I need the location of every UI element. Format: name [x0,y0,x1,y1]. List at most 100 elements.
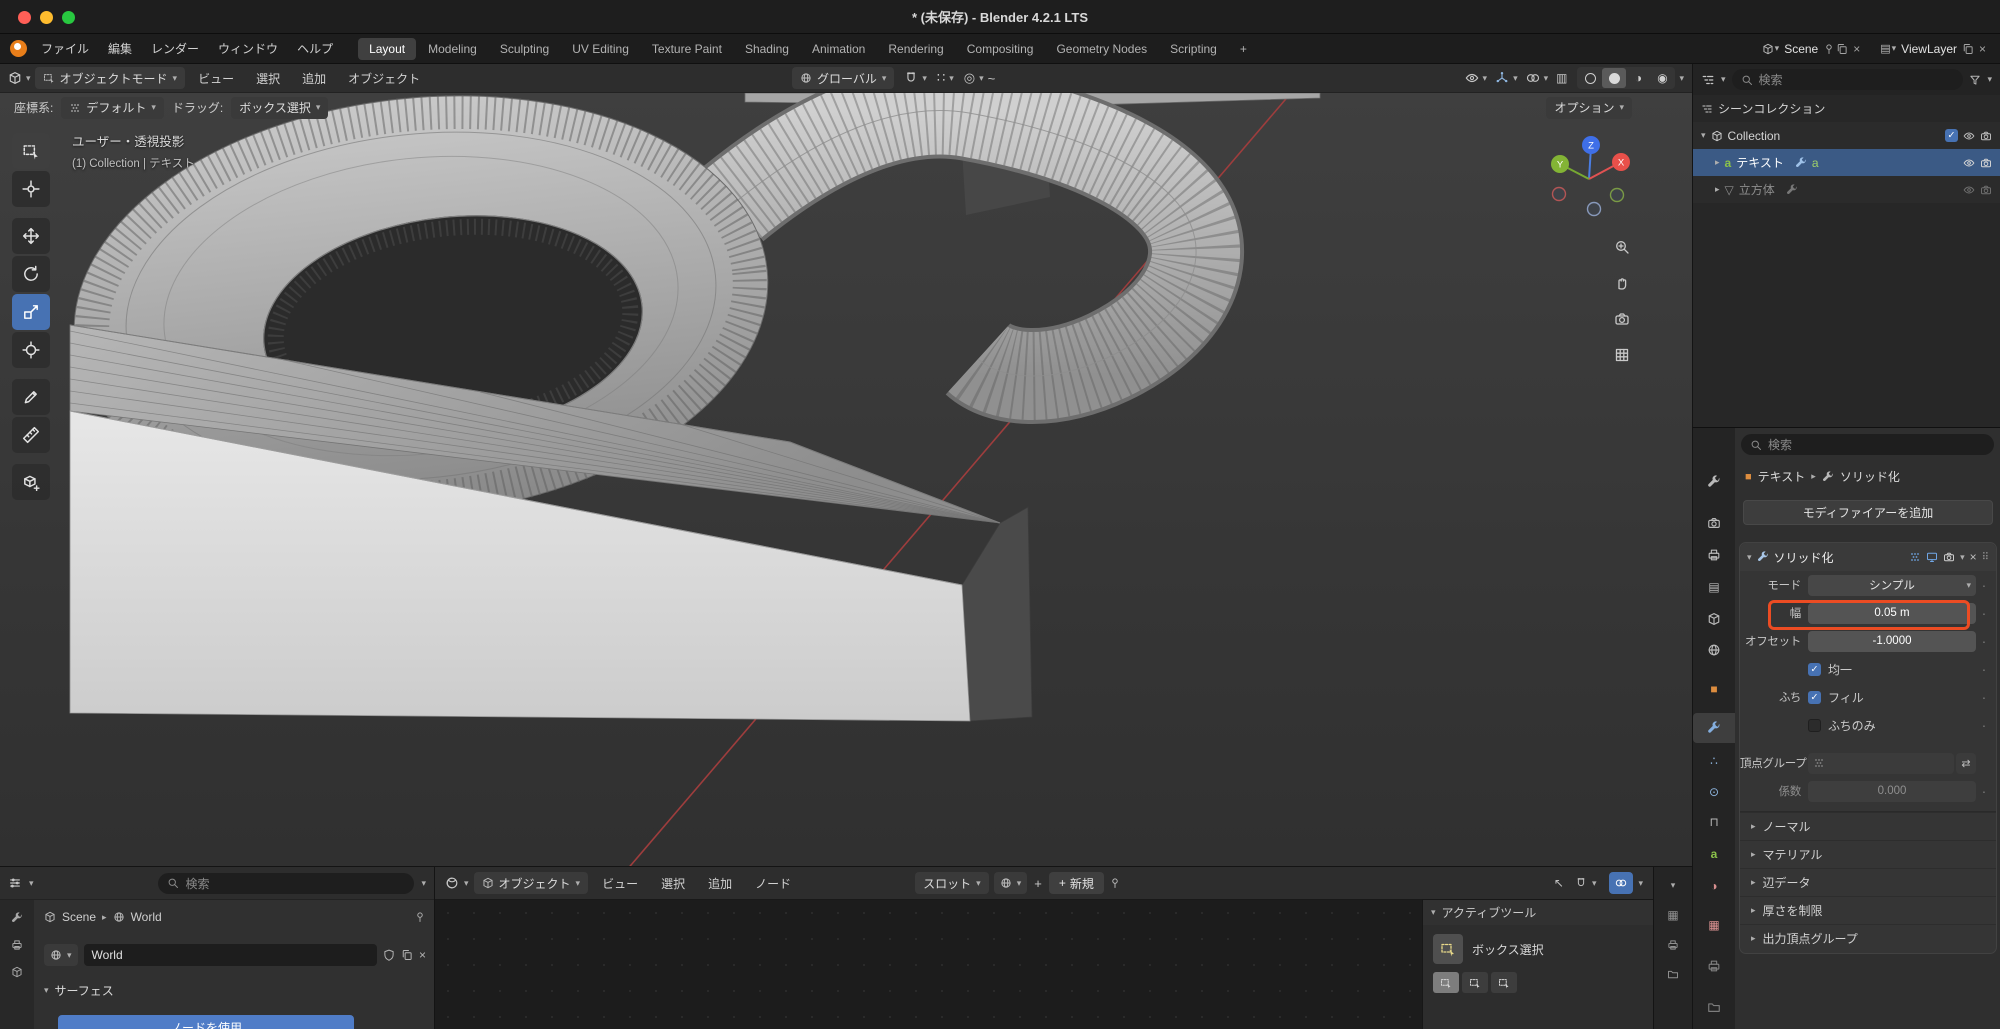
shader-editor-chevron[interactable]: ▾ [464,878,469,889]
section-thickness-clamp[interactable]: ▸厚さを制限 [1740,896,1996,924]
coord-system-dropdown[interactable]: デフォルト ▾ [61,97,164,119]
tab-physics-icon[interactable]: ⊙ [1693,777,1735,807]
modifier-realtime-toggle-icon[interactable] [1926,551,1938,563]
gizmo-neg-x[interactable] [1553,188,1566,201]
remove-viewlayer-icon[interactable]: × [1975,42,1990,56]
proportional-chevron[interactable]: ▾ [979,73,984,84]
outliner-editor-icon[interactable] [1701,73,1715,87]
rim-only-checkbox[interactable] [1808,719,1821,732]
close-window-button[interactable] [18,11,31,24]
tab-tool-icon[interactable] [1693,467,1735,497]
world-search-input[interactable]: 検索 [158,873,414,894]
mode-dropdown-field[interactable]: シンプル▾ [1808,575,1976,596]
modifier-render-toggle-icon[interactable] [1943,551,1955,563]
rim-only-animate-dot[interactable]: · [1978,717,1990,733]
factor-animate-dot[interactable]: · [1978,783,1990,799]
ne-pin-icon[interactable] [1109,877,1121,889]
collection-eye-icon[interactable] [1963,130,1975,142]
node-menu-add[interactable]: 追加 [699,872,741,895]
proportional-editing-icon[interactable]: ◎ [964,70,975,86]
rim-fill-animate-dot[interactable]: · [1978,689,1990,705]
menu-render[interactable]: レンダー [142,37,208,60]
tool-cursor[interactable] [12,171,50,207]
ne-overlays-chevron[interactable]: ▾ [1638,878,1643,889]
tab-particles-icon[interactable]: ∴ [1693,746,1735,776]
section-edge-data[interactable]: ▸辺データ [1740,868,1996,896]
viewport-canvas[interactable]: 座標系: デフォルト ▾ ドラッグ: ボックス選択 ▾ オプション ▾ ユーザー… [0,93,1692,866]
outliner-search-input[interactable]: 検索 [1732,69,1964,90]
tab-object-icon[interactable]: ■ [1693,674,1735,704]
shading-chevron[interactable]: ▾ [1679,73,1684,84]
mode-animate-dot[interactable]: · [1978,577,1990,593]
object-visibility-icon[interactable] [1465,71,1479,85]
outliner-row-text-object[interactable]: ▸ a テキスト a [1693,149,2000,176]
world-name-field[interactable]: World [84,944,377,966]
new-scene-icon[interactable] [1836,43,1848,55]
viewport-3d-scene[interactable] [0,93,1692,866]
modifier-editmode-toggle-icon[interactable] [1909,551,1921,563]
workspace-tab-sculpting[interactable]: Sculpting [489,38,560,60]
collection-checkbox[interactable]: ✓ [1945,129,1958,142]
properties-editor-icon[interactable] [8,876,22,890]
snap-magnet-icon[interactable] [904,71,918,85]
ne-magnet-icon[interactable] [1575,877,1587,889]
options-dropdown[interactable]: オプション ▾ [1546,97,1632,119]
outliner-editor-chevron[interactable]: ▾ [1721,74,1726,85]
text-expand-icon[interactable]: ▸ [1715,157,1720,168]
pin-scene-icon[interactable] [1823,43,1835,55]
menu-edit[interactable]: 編集 [99,37,141,60]
tab-material-icon[interactable]: ◑ [1693,871,1735,901]
tab-modifiers-icon[interactable] [1693,713,1735,743]
tool-measure[interactable] [12,417,50,453]
gizmos-chevron[interactable]: ▾ [1513,73,1518,84]
menu-window[interactable]: ウィンドウ [209,37,287,60]
add-modifier-button[interactable]: モディファイアーを追加 [1743,500,1993,525]
fake-user-shield-icon[interactable] [383,949,395,961]
pan-hand-icon[interactable] [1608,269,1636,297]
box-select-tool-tile[interactable] [1433,934,1463,964]
node-menu-view[interactable]: ビュー [593,872,647,895]
scene-selector[interactable]: Scene [1784,42,1818,56]
select-mode-extend-button[interactable] [1462,972,1488,993]
collection-camera-icon[interactable] [1980,130,1992,142]
workspace-tab-uv-editing[interactable]: UV Editing [561,38,640,60]
cube-eye-icon[interactable] [1963,184,1975,196]
unlink-scene-icon[interactable]: × [1849,42,1864,56]
workspace-tab-animation[interactable]: Animation [801,38,876,60]
gizmo-neg-z[interactable] [1588,203,1601,216]
cube-camera-icon[interactable] [1980,184,1992,196]
wp-tab-output-icon[interactable] [11,966,23,978]
camera-view-icon[interactable] [1608,305,1636,333]
tool-transform[interactable] [12,332,50,368]
minimize-window-button[interactable] [40,11,53,24]
even-thickness-checkbox[interactable]: ✓ [1808,663,1821,676]
viewlayer-dropdown-chevron[interactable]: ▾ [1892,43,1897,54]
ne-magnet-chevron[interactable]: ▾ [1592,878,1597,889]
workspace-tab-scripting[interactable]: Scripting [1159,38,1228,60]
tab-texture-icon[interactable]: ▦ [1693,910,1735,940]
tab-world-icon[interactable] [1693,635,1735,665]
ne-overlays-toggle[interactable] [1609,872,1633,894]
workspace-tab-modeling[interactable]: Modeling [417,38,488,60]
breadcrumb-object-label[interactable]: テキスト [1758,468,1806,485]
tool-annotate[interactable] [12,379,50,415]
node-menu-select[interactable]: 選択 [652,872,694,895]
width-animate-dot[interactable]: · [1978,605,1990,621]
new-material-button[interactable]: + 新規 [1049,872,1104,894]
factor-number-field[interactable]: 0.000 [1808,781,1976,802]
wp-tab-tool-icon[interactable] [11,912,23,924]
tool-scale[interactable] [12,294,50,330]
section-normals[interactable]: ▸ノーマル [1740,812,1996,840]
shading-solid-button[interactable] [1602,68,1626,88]
modifier-extras-chevron[interactable]: ▾ [1960,552,1965,563]
properties-search-input[interactable]: 検索 [1741,434,1994,455]
snap-target-chevron[interactable]: ▾ [949,73,954,84]
tab-extra-folder-icon[interactable] [1693,992,1735,1022]
breadcrumb-modifier-label[interactable]: ソリッド化 [1840,468,1900,485]
wb-pin-icon[interactable] [414,911,426,923]
transform-orientation-dropdown[interactable]: グローバル ▾ [792,67,894,89]
menu-file[interactable]: ファイル [32,37,98,60]
outliner-row-collection[interactable]: ▾ Collection ✓ [1693,122,2000,149]
workspace-tab-texture-paint[interactable]: Texture Paint [641,38,733,60]
slot-dropdown[interactable]: スロット ▾ [915,872,989,894]
